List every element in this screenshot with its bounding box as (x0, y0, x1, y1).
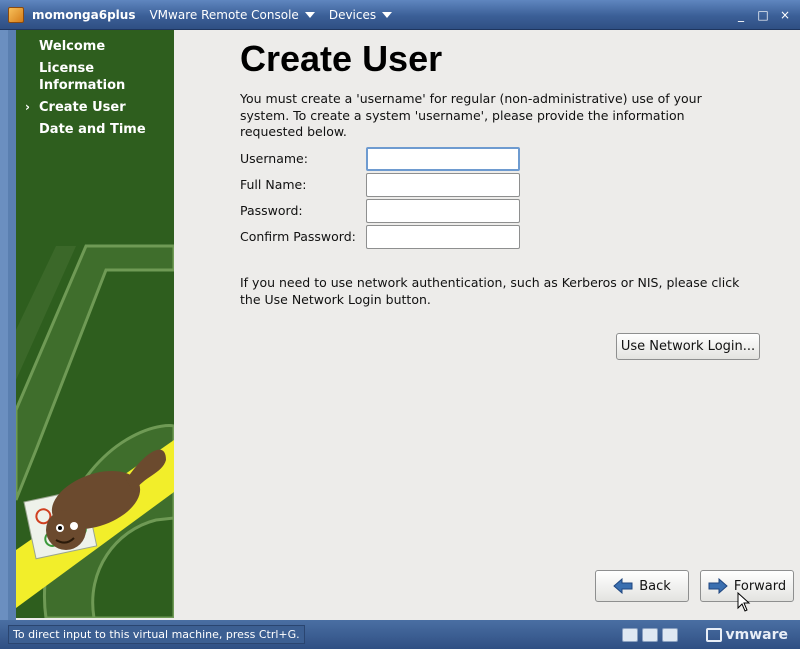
network-login-info: If you need to use network authenticatio… (240, 275, 740, 307)
back-arrow-icon (613, 578, 633, 594)
window-title: momonga6plus (32, 7, 136, 22)
username-row: Username: (240, 147, 540, 171)
confirm-password-row: Confirm Password: (240, 225, 540, 249)
full-name-row: Full Name: (240, 173, 540, 197)
full-name-label: Full Name: (240, 177, 307, 192)
main-content: Create User You must create a 'username'… (174, 30, 800, 618)
username-input[interactable] (366, 147, 520, 171)
title-bar: momonga6plus VMware Remote Console Devic… (0, 0, 800, 30)
dropdown-arrow-icon (304, 11, 315, 18)
current-step-arrow-icon: › (25, 100, 30, 114)
use-network-login-label: Use Network Login... (620, 339, 756, 354)
confirm-password-input[interactable] (366, 225, 520, 249)
app-icon (8, 6, 24, 23)
menu-devices-label: Devices (328, 7, 377, 22)
password-row: Password: (240, 199, 540, 223)
step-create-user: › Create User (16, 99, 174, 116)
vmware-logo-icon (705, 627, 722, 642)
back-button-label: Back (639, 578, 671, 594)
vm-frame: Welcome License Information › Create Use… (0, 30, 800, 620)
intro-text: You must create a 'username' for regular… (240, 91, 702, 139)
vmware-logo: vmware (705, 626, 789, 643)
installer-sidebar: Welcome License Information › Create Use… (16, 30, 174, 618)
close-icon[interactable]: × (778, 8, 792, 22)
menu-devices[interactable]: Devices (328, 7, 393, 22)
minimize-icon[interactable]: _ (734, 8, 748, 22)
maximize-icon[interactable]: □ (756, 8, 770, 22)
window-controls: _ □ × (734, 8, 792, 22)
step-license-information: License Information (16, 60, 174, 94)
confirm-password-label: Confirm Password: (240, 229, 356, 244)
dropdown-arrow-icon (382, 11, 393, 18)
step-label: Date and Time (39, 122, 146, 137)
password-input[interactable] (366, 199, 520, 223)
step-label: Welcome (39, 39, 106, 54)
username-label: Username: (240, 151, 308, 166)
step-label: Create User (39, 100, 126, 115)
mouse-cursor-icon (737, 592, 751, 612)
page-title: Create User (240, 38, 443, 79)
vm-screen[interactable]: Welcome License Information › Create Use… (16, 30, 800, 620)
step-date-and-time: Date and Time (16, 121, 174, 138)
back-button[interactable]: Back (595, 570, 689, 602)
menu-vmware-remote-console-label: VMware Remote Console (149, 7, 299, 22)
menu-vmware-remote-console[interactable]: VMware Remote Console (149, 7, 315, 22)
device-status-icons: vmware (621, 626, 789, 643)
step-list: Welcome License Information › Create Use… (16, 38, 174, 143)
step-label: License Information (39, 61, 126, 93)
step-welcome: Welcome (16, 38, 174, 55)
use-network-login-button[interactable]: Use Network Login... (616, 333, 760, 360)
vmware-brand-text: vmware (725, 626, 789, 643)
password-label: Password: (240, 203, 303, 218)
forward-arrow-icon (708, 578, 728, 594)
full-name-input[interactable] (366, 173, 520, 197)
cdrom-device-icon[interactable] (641, 627, 658, 642)
network-device-icon[interactable] (621, 627, 638, 642)
status-hint: To direct input to this virtual machine,… (8, 625, 305, 644)
usb-device-icon[interactable] (661, 627, 678, 642)
status-bar: To direct input to this virtual machine,… (0, 620, 800, 649)
